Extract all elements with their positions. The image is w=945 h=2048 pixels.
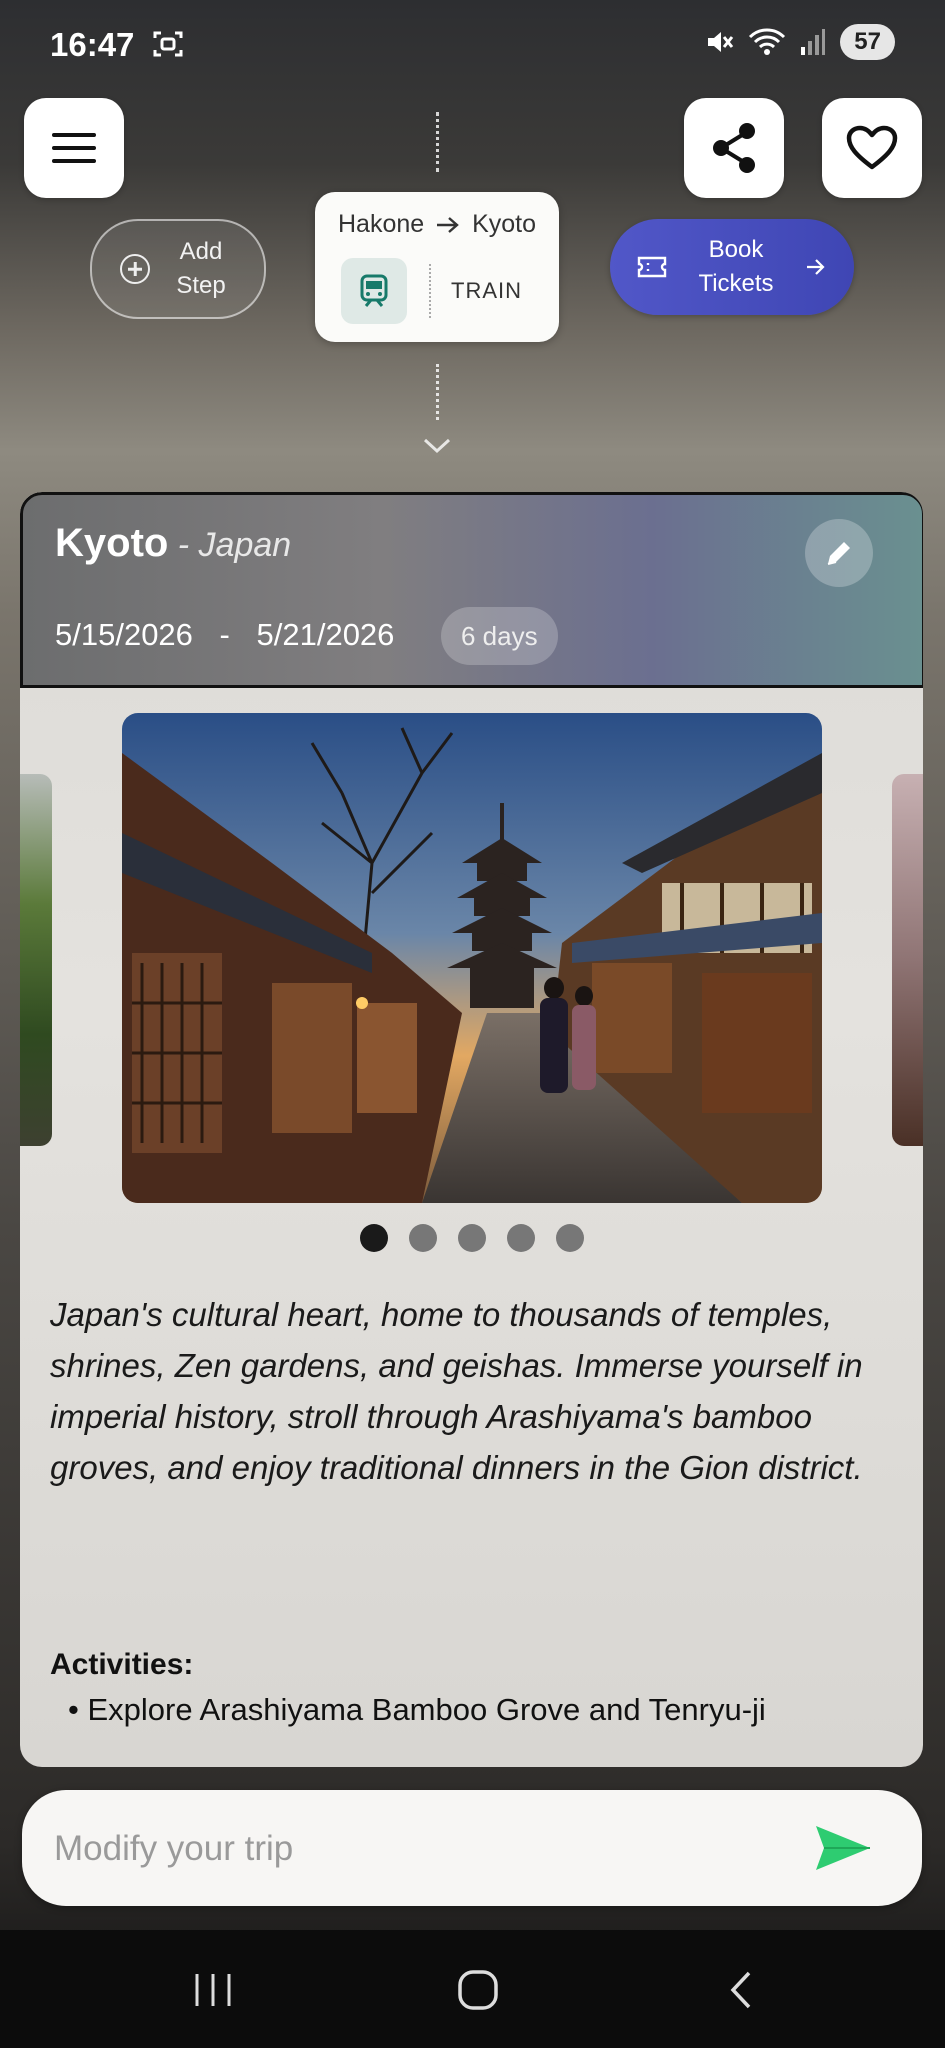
carousel-dot[interactable]	[409, 1224, 437, 1252]
signal-icon	[801, 29, 826, 55]
duration-badge: 6 days	[441, 607, 558, 665]
photo-preview-next[interactable]	[892, 774, 923, 1146]
carousel-dot[interactable]	[556, 1224, 584, 1252]
carousel-dot[interactable]	[507, 1224, 535, 1252]
menu-icon	[52, 133, 96, 163]
transit-from: Hakone	[337, 210, 425, 238]
send-button[interactable]	[808, 1816, 878, 1880]
train-icon-box	[341, 258, 407, 324]
transit-card[interactable]: Hakone Kyoto TRAIN	[315, 192, 559, 342]
start-date: 5/15/2026	[55, 617, 193, 652]
arrow-right-icon	[437, 217, 459, 234]
battery-indicator: 57	[840, 24, 895, 60]
bullet: •	[68, 1692, 88, 1727]
destination-header: Kyoto - Japan 5/15/2026 - 5/21/2026 6 da…	[20, 492, 923, 688]
status-icons: 57	[704, 24, 895, 60]
book-tickets-label: Book Tickets	[698, 236, 774, 297]
ticket-icon	[637, 256, 667, 278]
transit-mode: TRAIN	[451, 278, 522, 303]
add-step-label: Add Step	[176, 238, 226, 299]
edit-icon	[827, 542, 850, 565]
kyoto-street-image	[122, 713, 822, 1203]
city-name: Kyoto	[55, 521, 169, 565]
plus-icon	[120, 254, 150, 284]
modify-trip-bar	[22, 1790, 922, 1906]
share-icon	[713, 123, 755, 173]
menu-button[interactable]	[24, 98, 124, 198]
back-button[interactable]	[712, 1960, 772, 2020]
transit-to: Kyoto	[472, 210, 536, 238]
activity-item: • Explore Arashiyama Bamboo Grove and Te…	[68, 1692, 766, 1728]
date-separator: -	[219, 617, 230, 652]
recents-button[interactable]	[183, 1960, 243, 2020]
home-icon	[458, 1970, 498, 2010]
destination-card: Kyoto - Japan 5/15/2026 - 5/21/2026 6 da…	[20, 492, 923, 1767]
wifi-icon	[749, 28, 786, 55]
share-button[interactable]	[684, 98, 784, 198]
home-button[interactable]	[448, 1960, 508, 2020]
connector-bottom	[436, 364, 439, 420]
chevron-down-icon	[423, 438, 451, 454]
transit-divider	[429, 264, 431, 318]
favorite-button[interactable]	[822, 98, 922, 198]
photo-preview-prev[interactable]	[20, 774, 52, 1146]
mute-icon	[708, 32, 734, 52]
book-tickets-button[interactable]: Book Tickets	[610, 219, 854, 315]
arrow-right-icon	[807, 259, 825, 275]
back-icon	[730, 1971, 751, 2009]
country-separator: -	[168, 526, 199, 564]
navigation-bar	[0, 1930, 945, 2048]
heart-icon	[846, 125, 898, 170]
date-range: 5/15/2026 - 5/21/2026	[55, 617, 394, 653]
activities-heading: Activities:	[50, 1648, 194, 1681]
send-icon	[816, 1826, 870, 1870]
screenshot-icon	[153, 31, 183, 57]
destination-photo[interactable]	[122, 713, 822, 1203]
recents-icon	[195, 1974, 231, 2006]
modify-trip-input[interactable]	[52, 1814, 816, 1884]
carousel-dot[interactable]	[360, 1224, 388, 1252]
train-icon	[360, 274, 388, 307]
carousel-dots	[360, 1224, 584, 1252]
carousel-dot[interactable]	[458, 1224, 486, 1252]
country-name: Japan	[198, 526, 292, 564]
destination-description: Japan's cultural heart, home to thousand…	[50, 1296, 863, 1486]
edit-button[interactable]	[805, 519, 873, 587]
end-date: 5/21/2026	[256, 617, 395, 652]
add-step-button[interactable]: Add Step	[90, 219, 266, 319]
activity-text: Explore Arashiyama Bamboo Grove and Tenr…	[87, 1692, 766, 1727]
status-time: 16:47	[50, 26, 135, 63]
destination-title: Kyoto - Japan	[55, 521, 291, 566]
transit-route: Hakone Kyoto	[315, 210, 559, 239]
connector-top	[436, 112, 439, 172]
